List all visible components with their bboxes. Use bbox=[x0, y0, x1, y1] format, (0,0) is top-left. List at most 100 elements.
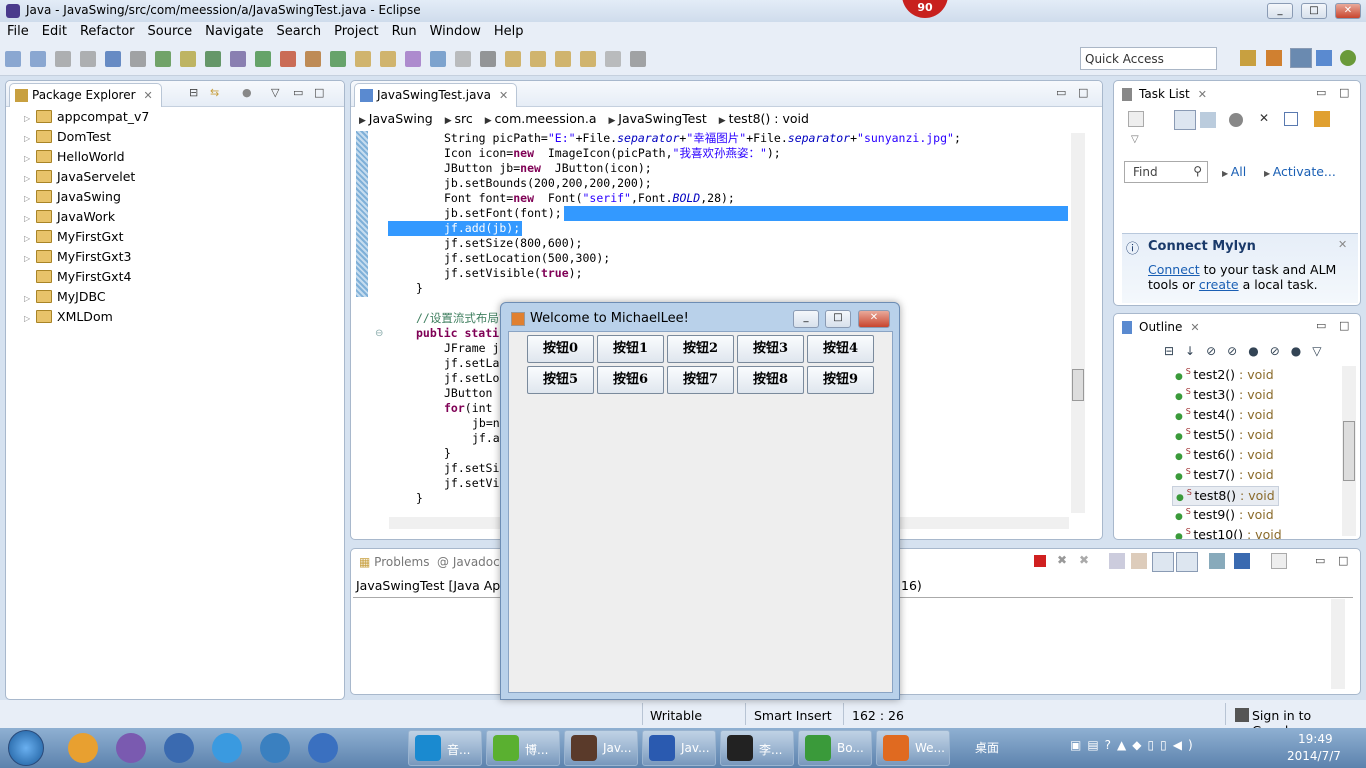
open-console-icon[interactable] bbox=[1271, 553, 1287, 569]
synchronize-icon[interactable] bbox=[1314, 111, 1330, 127]
link-with-editor-icon[interactable]: ⇆ bbox=[210, 86, 219, 99]
pinned-app-icon[interactable] bbox=[260, 733, 290, 763]
quick-access-input[interactable]: Quick Access bbox=[1080, 47, 1217, 70]
toolbar-icon[interactable] bbox=[180, 51, 196, 67]
pinned-app-icon[interactable] bbox=[164, 733, 194, 763]
view-menu-icon[interactable]: ▽ bbox=[1131, 134, 1139, 145]
swing-window[interactable]: Welcome to MichaelLee! _ □ ✕ 按钮0 按钮1 按钮2 按钮… bbox=[500, 302, 900, 700]
remove-all-icon[interactable]: ✖ bbox=[1079, 553, 1089, 567]
toolbar-icon[interactable] bbox=[230, 51, 246, 67]
menu-navigate[interactable]: Navigate bbox=[198, 22, 269, 39]
new-task-icon[interactable] bbox=[1128, 111, 1144, 127]
tab-outline[interactable]: Outline ✕ bbox=[1117, 316, 1208, 340]
tab-problems[interactable]: ▦ Problems bbox=[359, 555, 429, 569]
project-item[interactable]: ▷ DomTest bbox=[24, 129, 111, 149]
maximize-button[interactable]: □ bbox=[1301, 3, 1327, 19]
toolbar-icon[interactable] bbox=[30, 51, 46, 67]
expand-arrow-icon[interactable]: ▷ bbox=[24, 234, 36, 243]
expand-arrow-icon[interactable]: ▷ bbox=[24, 294, 36, 303]
swing-minimize-button[interactable]: _ bbox=[793, 310, 819, 328]
project-item[interactable]: MyFirstGxt4 bbox=[24, 269, 131, 289]
minimize-button[interactable]: _ bbox=[1267, 3, 1293, 19]
java-ee-perspective-icon[interactable] bbox=[1290, 48, 1312, 68]
expand-arrow-icon[interactable]: ▷ bbox=[24, 194, 36, 203]
menu-window[interactable]: Window bbox=[423, 22, 487, 39]
maximize-view-icon[interactable]: □ bbox=[1339, 319, 1349, 332]
project-item[interactable]: ▷ JavaWork bbox=[24, 209, 115, 229]
minimize-view-icon[interactable]: ▭ bbox=[1056, 86, 1066, 99]
tab-javaswingtest[interactable]: JavaSwingTest.java ✕ bbox=[354, 83, 518, 107]
activate-link[interactable]: ▶ Activate... bbox=[1264, 164, 1336, 179]
show-on-output-icon[interactable] bbox=[1152, 552, 1174, 572]
pin-console-icon[interactable] bbox=[1209, 553, 1225, 569]
toolbar-icon[interactable] bbox=[330, 51, 346, 67]
toolbar-icon[interactable] bbox=[505, 51, 521, 67]
outline-item[interactable]: ● S test9() : void bbox=[1172, 506, 1277, 526]
project-item[interactable]: ▷ HelloWorld bbox=[24, 149, 125, 169]
project-item[interactable]: ▷ MyFirstGxt3 bbox=[24, 249, 131, 269]
taskbar-window-button[interactable]: Jav... bbox=[642, 730, 716, 766]
swing-button[interactable]: 按钮6 bbox=[597, 366, 664, 394]
clock-date[interactable]: 2014/7/7 bbox=[1287, 749, 1341, 763]
debug-perspective-icon[interactable] bbox=[1340, 50, 1356, 66]
scroll-lock-icon[interactable] bbox=[1131, 553, 1147, 569]
taskbar-window-button[interactable]: We... bbox=[876, 730, 950, 766]
start-button[interactable] bbox=[8, 730, 44, 766]
expand-arrow-icon[interactable]: ▷ bbox=[24, 174, 36, 183]
swing-close-button[interactable]: ✕ bbox=[858, 310, 890, 328]
toolbar-icon[interactable] bbox=[280, 51, 296, 67]
outline-item[interactable]: ● S test8() : void bbox=[1172, 486, 1279, 506]
toolbar-icon[interactable] bbox=[580, 51, 596, 67]
swing-button[interactable]: 按钮5 bbox=[527, 366, 594, 394]
taskbar-window-button[interactable]: 李... bbox=[720, 730, 794, 766]
pinned-app-icon[interactable] bbox=[308, 733, 338, 763]
project-item[interactable]: ▷ JavaServelet bbox=[24, 169, 135, 189]
taskbar-window-button[interactable]: Jav... bbox=[564, 730, 638, 766]
focus-icon[interactable]: ● bbox=[242, 86, 252, 99]
toolbar-icon[interactable] bbox=[430, 51, 446, 67]
toolbar-icon[interactable] bbox=[130, 51, 146, 67]
breadcrumb-item[interactable]: JavaSwing bbox=[369, 111, 433, 126]
create-link[interactable]: create bbox=[1199, 277, 1239, 292]
toolbar-icon[interactable] bbox=[455, 51, 471, 67]
toolbar-icon[interactable] bbox=[380, 51, 396, 67]
maximize-view-icon[interactable]: □ bbox=[1078, 86, 1088, 99]
find-input[interactable]: Find ⚲ bbox=[1124, 161, 1208, 183]
close-button[interactable]: ✕ bbox=[1335, 3, 1361, 19]
swing-button[interactable]: 按钮9 bbox=[807, 366, 874, 394]
close-icon[interactable]: ✕ bbox=[1338, 238, 1347, 251]
swing-button[interactable]: 按钮8 bbox=[737, 366, 804, 394]
display-console-icon[interactable] bbox=[1234, 553, 1250, 569]
pinned-app-icon[interactable] bbox=[212, 733, 242, 763]
swing-button[interactable]: 按钮7 bbox=[667, 366, 734, 394]
categorized-icon[interactable] bbox=[1174, 110, 1196, 130]
connect-link[interactable]: Connect bbox=[1148, 262, 1200, 277]
swing-button[interactable]: 按钮0 bbox=[527, 335, 594, 363]
outline-item[interactable]: ● S test6() : void bbox=[1172, 446, 1277, 466]
collapse-all-icon[interactable]: ⊟ bbox=[189, 86, 198, 99]
swing-button[interactable]: 按钮1 bbox=[597, 335, 664, 363]
clear-console-icon[interactable] bbox=[1109, 553, 1125, 569]
clock-time[interactable]: 19:49 bbox=[1298, 732, 1333, 746]
scrollbar-thumb[interactable] bbox=[1072, 369, 1084, 401]
outline-item[interactable]: ● S test3() : void bbox=[1172, 386, 1277, 406]
project-item[interactable]: ▷ appcompat_v7 bbox=[24, 109, 149, 129]
outline-item[interactable]: ● S test4() : void bbox=[1172, 406, 1277, 426]
project-item[interactable]: ▷ MyJDBC bbox=[24, 289, 106, 309]
collapse-all-icon[interactable] bbox=[1284, 112, 1298, 126]
vertical-scrollbar[interactable] bbox=[1331, 599, 1345, 689]
breadcrumb-item[interactable]: com.meession.a bbox=[495, 111, 597, 126]
minimize-view-icon[interactable]: ▭ bbox=[1315, 554, 1325, 567]
toolbar-icon[interactable] bbox=[555, 51, 571, 67]
tab-package-explorer[interactable]: Package Explorer ✕ bbox=[9, 83, 162, 107]
perspective-icon[interactable] bbox=[1266, 50, 1282, 66]
toolbar-icon[interactable] bbox=[155, 51, 171, 67]
pinned-app-icon[interactable] bbox=[68, 733, 98, 763]
toolbar-icon[interactable] bbox=[305, 51, 321, 67]
outline-toolbar[interactable]: ⊟↓⊘⊘●⊘●▽ bbox=[1164, 344, 1332, 358]
taskbar-window-button[interactable]: 博... bbox=[486, 730, 560, 766]
scheduled-icon[interactable] bbox=[1200, 112, 1216, 128]
toolbar-icon[interactable] bbox=[105, 51, 121, 67]
toolbar-icon[interactable] bbox=[405, 51, 421, 67]
system-tray-icons[interactable]: ▣▤?▲◆▯▯◀) bbox=[1070, 738, 1199, 752]
